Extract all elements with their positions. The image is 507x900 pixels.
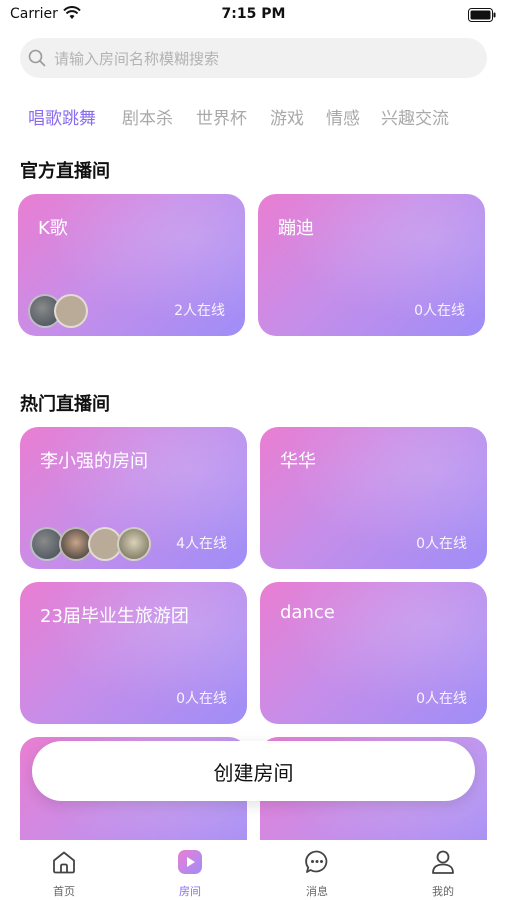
online-count: 0人在线 xyxy=(416,691,467,707)
room-card-official-1[interactable]: K歌 2人在线 xyxy=(18,194,245,336)
battery-icon xyxy=(468,7,496,26)
online-count: 4人在线 xyxy=(176,536,227,552)
tab-script-murder[interactable]: 剧本杀 xyxy=(122,104,173,129)
section-title-hot: 热门直播间 xyxy=(20,394,110,415)
room-name: 李小强的房间 xyxy=(40,451,148,472)
tab-messages[interactable]: 消息 xyxy=(287,840,347,900)
room-name: dance xyxy=(280,602,335,623)
online-count: 0人在线 xyxy=(416,536,467,552)
room-name: 华华 xyxy=(280,451,316,472)
room-card-hot-1[interactable]: 李小强的房间 4人在线 xyxy=(20,427,247,569)
avatar xyxy=(117,527,151,561)
online-count: 0人在线 xyxy=(414,303,465,319)
tab-label: 消息 xyxy=(306,885,328,898)
tab-label: 首页 xyxy=(53,885,75,898)
search-placeholder: 请输入房间名称模糊搜索 xyxy=(54,50,220,68)
tab-label: 房间 xyxy=(179,885,201,898)
avatar xyxy=(54,294,88,328)
status-bar: Carrier 7:15 PM xyxy=(0,0,507,30)
room-card-hot-4[interactable]: dance 0人在线 xyxy=(260,582,487,724)
search-input[interactable]: 请输入房间名称模糊搜索 xyxy=(20,38,487,78)
room-card-hot-3[interactable]: 23届毕业生旅游团 0人在线 xyxy=(20,582,247,724)
section-title-official: 官方直播间 xyxy=(20,161,110,182)
room-name: 23届毕业生旅游团 xyxy=(40,606,189,627)
online-count: 2人在线 xyxy=(174,303,225,319)
tab-home[interactable]: 首页 xyxy=(34,840,94,900)
room-name: K歌 xyxy=(38,218,68,239)
tab-games[interactable]: 游戏 xyxy=(270,104,304,129)
create-room-button[interactable]: 创建房间 xyxy=(32,741,475,801)
tab-rooms[interactable]: 房间 xyxy=(160,840,220,900)
room-name: 蹦迪 xyxy=(278,218,314,239)
category-tabs: 唱歌跳舞 剧本杀 世界杯 游戏 情感 兴趣交流 xyxy=(0,104,507,130)
tab-emotion[interactable]: 情感 xyxy=(326,104,360,129)
tab-world-cup[interactable]: 世界杯 xyxy=(196,104,247,129)
home-icon xyxy=(51,849,77,879)
online-count: 0人在线 xyxy=(176,691,227,707)
room-card-official-2[interactable]: 蹦迪 0人在线 xyxy=(258,194,485,336)
tab-singing-dancing[interactable]: 唱歌跳舞 xyxy=(28,104,96,129)
chat-icon xyxy=(304,849,330,879)
clock: 7:15 PM xyxy=(221,6,286,22)
tab-label: 我的 xyxy=(432,885,454,898)
tab-interests[interactable]: 兴趣交流 xyxy=(381,104,449,129)
search-icon xyxy=(28,49,46,71)
user-icon xyxy=(430,849,456,879)
tab-profile[interactable]: 我的 xyxy=(413,840,473,900)
play-icon xyxy=(177,849,203,879)
room-card-hot-2[interactable]: 华华 0人在线 xyxy=(260,427,487,569)
bottom-tab-bar: 首页 房间 消息 我的 xyxy=(0,840,507,900)
